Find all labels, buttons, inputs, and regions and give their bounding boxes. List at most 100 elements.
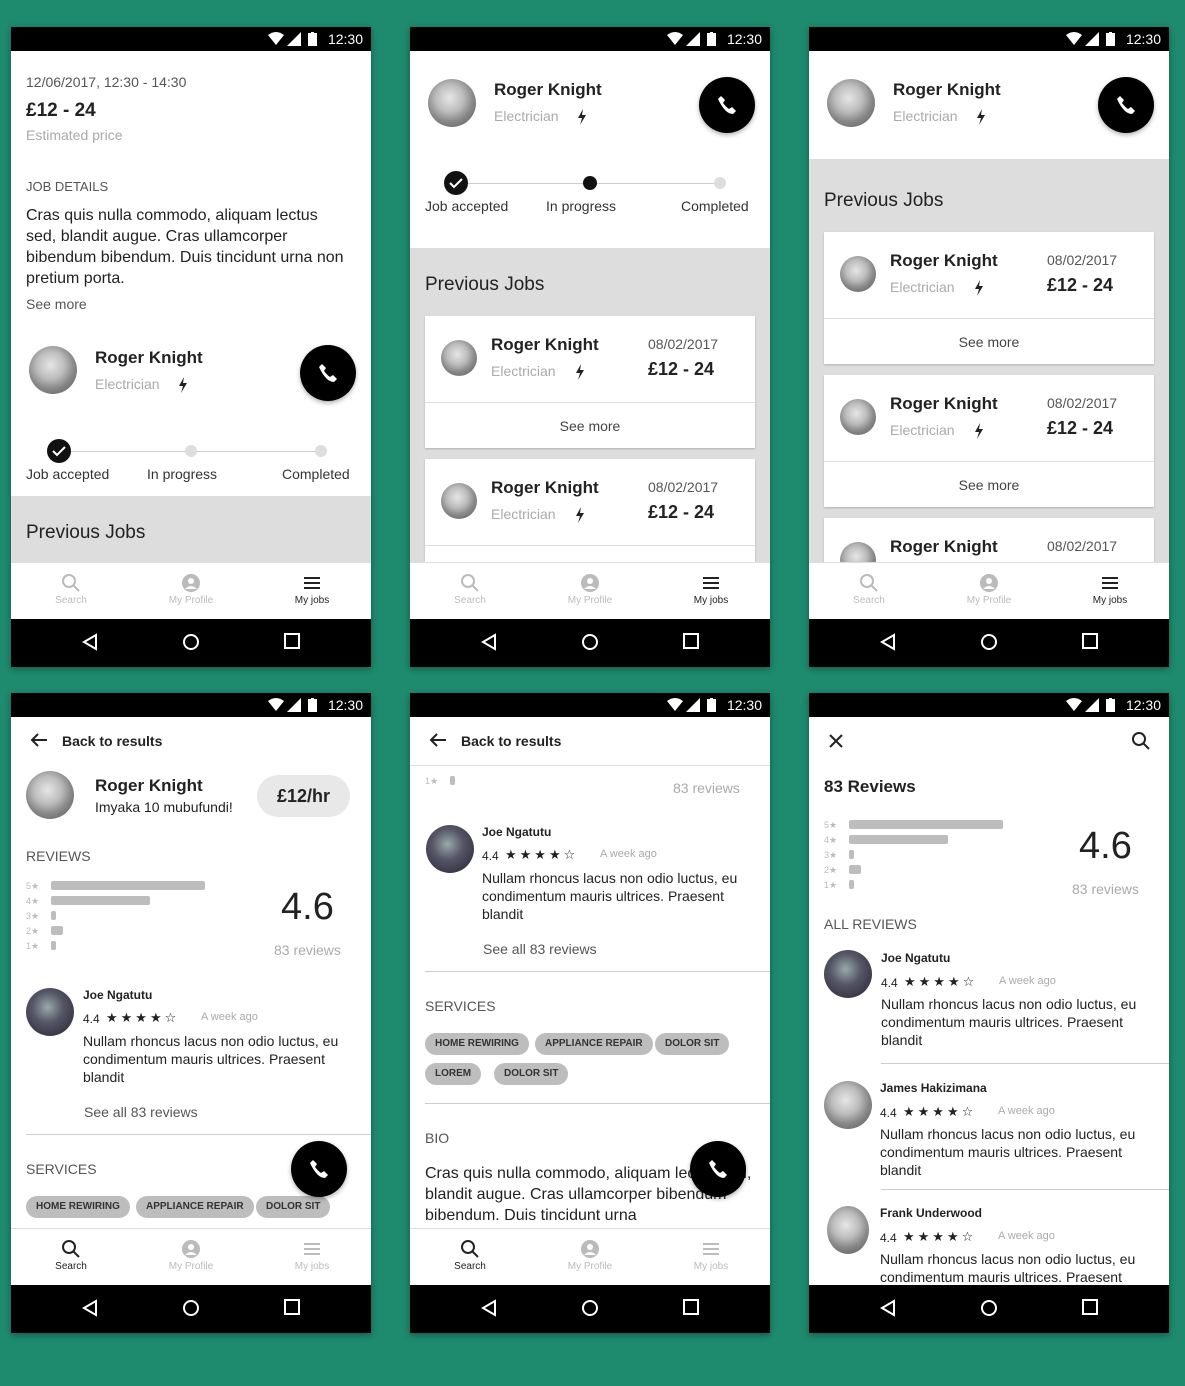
services-heading: SERVICES bbox=[425, 998, 496, 1014]
nav-profile[interactable]: My Profile bbox=[939, 573, 1039, 606]
nav-profile[interactable]: My Profile bbox=[141, 1239, 241, 1272]
nav-search[interactable]: Search bbox=[21, 1239, 121, 1272]
nav-recents-icon[interactable] bbox=[1082, 633, 1098, 649]
avatar bbox=[426, 825, 474, 873]
nav-jobs[interactable]: My jobs bbox=[661, 573, 761, 606]
nav-profile-label: My Profile bbox=[966, 595, 1012, 606]
nav-back-icon[interactable] bbox=[880, 1299, 896, 1317]
reviews-heading: REVIEWS bbox=[26, 848, 91, 864]
back-to-results-link[interactable]: Back to results bbox=[461, 733, 561, 749]
nav-recents-icon[interactable] bbox=[1082, 1299, 1098, 1315]
rating-bar bbox=[51, 911, 56, 920]
review-time: A week ago bbox=[998, 1230, 1055, 1242]
nav-home-icon[interactable] bbox=[980, 1299, 998, 1317]
signal-icon bbox=[686, 698, 700, 712]
nav-search[interactable]: Search bbox=[420, 573, 520, 606]
nav-back-icon[interactable] bbox=[481, 633, 497, 651]
nav-jobs[interactable]: My jobs bbox=[661, 1239, 761, 1272]
person-name: Roger Knight bbox=[890, 394, 998, 413]
search-icon[interactable] bbox=[1131, 731, 1151, 751]
step-dot bbox=[714, 177, 726, 189]
star-label: 3★ bbox=[824, 850, 838, 860]
nav-home-icon[interactable] bbox=[182, 1299, 200, 1317]
star-label: 1★ bbox=[26, 941, 40, 951]
call-button[interactable] bbox=[291, 1141, 347, 1197]
nav-search[interactable]: Search bbox=[420, 1239, 520, 1272]
previous-job-card[interactable]: Roger Knight Electrician 08/02/2017 £12 … bbox=[824, 375, 1154, 507]
nav-back-icon[interactable] bbox=[82, 633, 98, 651]
star-label: 2★ bbox=[26, 926, 40, 936]
see-more-link[interactable]: See more bbox=[26, 296, 87, 312]
call-button[interactable] bbox=[699, 77, 755, 133]
nav-back-icon[interactable] bbox=[880, 633, 896, 651]
back-icon[interactable] bbox=[30, 732, 48, 748]
see-more-button[interactable]: See more bbox=[824, 461, 1154, 507]
nav-back-icon[interactable] bbox=[481, 1299, 497, 1317]
see-all-reviews-link[interactable]: See all 83 reviews bbox=[84, 1104, 198, 1120]
bolt-icon bbox=[576, 364, 584, 380]
nav-profile[interactable]: My Profile bbox=[141, 573, 241, 606]
previous-heading: Previous Jobs bbox=[824, 190, 944, 211]
nav-jobs[interactable]: My jobs bbox=[1060, 573, 1160, 606]
divider bbox=[26, 1134, 371, 1135]
see-more-button[interactable]: See more bbox=[425, 402, 755, 448]
job-date: 08/02/2017 bbox=[1047, 395, 1118, 411]
person-role: Electrician bbox=[890, 422, 955, 438]
profile-icon bbox=[182, 574, 200, 592]
call-button[interactable] bbox=[1098, 77, 1154, 133]
rating-score: 4.6 bbox=[281, 886, 334, 928]
reviewer-name: James Hakizimana bbox=[880, 1081, 987, 1095]
service-chip[interactable]: HOME REWIRING bbox=[26, 1196, 130, 1218]
service-chip[interactable]: APPLIANCE REPAIR bbox=[535, 1033, 653, 1055]
reviews-count: 83 reviews bbox=[274, 942, 341, 958]
close-icon[interactable] bbox=[828, 733, 844, 749]
nav-profile[interactable]: My Profile bbox=[540, 1239, 640, 1272]
service-chip[interactable]: DOLOR SIT bbox=[256, 1196, 331, 1218]
nav-search[interactable]: Search bbox=[819, 573, 919, 606]
status-time: 12:30 bbox=[726, 31, 762, 47]
check-icon bbox=[449, 178, 463, 189]
step-active-dot bbox=[583, 176, 597, 190]
nav-home-icon[interactable] bbox=[182, 633, 200, 651]
service-chip[interactable]: DOLOR SIT bbox=[655, 1033, 730, 1055]
job-price: £12 - 24 bbox=[26, 100, 96, 121]
rating-bar bbox=[450, 776, 455, 785]
phone-icon bbox=[718, 96, 736, 114]
nav-search-label: Search bbox=[55, 595, 87, 606]
see-all-reviews-link[interactable]: See all 83 reviews bbox=[483, 941, 597, 957]
nav-profile[interactable]: My Profile bbox=[540, 573, 640, 606]
nav-jobs[interactable]: My jobs bbox=[262, 1239, 362, 1272]
nav-home-icon[interactable] bbox=[980, 633, 998, 651]
nav-recents-icon[interactable] bbox=[683, 1299, 699, 1315]
job-date: 08/02/2017 bbox=[648, 336, 719, 352]
service-chip[interactable]: APPLIANCE REPAIR bbox=[136, 1196, 254, 1218]
avatar bbox=[840, 256, 876, 292]
nav-recents-icon[interactable] bbox=[284, 1299, 300, 1315]
back-icon[interactable] bbox=[429, 732, 447, 748]
call-button[interactable] bbox=[690, 1141, 746, 1197]
call-button[interactable] bbox=[300, 345, 356, 401]
back-to-results-link[interactable]: Back to results bbox=[62, 733, 162, 749]
all-reviews-heading: ALL REVIEWS bbox=[824, 916, 917, 932]
nav-back-icon[interactable] bbox=[82, 1299, 98, 1317]
see-more-button[interactable]: See more bbox=[824, 318, 1154, 364]
service-chip[interactable]: HOME REWIRING bbox=[425, 1033, 529, 1055]
person-name: Roger Knight bbox=[95, 348, 203, 367]
nav-home-icon[interactable] bbox=[581, 1299, 599, 1317]
nav-jobs[interactable]: My jobs bbox=[262, 573, 362, 606]
status-time: 12:30 bbox=[1125, 697, 1161, 713]
service-chip[interactable]: LOREM bbox=[425, 1063, 482, 1085]
nav-recents-icon[interactable] bbox=[284, 633, 300, 649]
phone-icon bbox=[1117, 96, 1135, 114]
list-icon bbox=[304, 577, 320, 589]
nav-search[interactable]: Search bbox=[21, 573, 121, 606]
nav-home-icon[interactable] bbox=[581, 633, 599, 651]
previous-job-card[interactable]: Roger Knight Electrician 08/02/2017 £12 … bbox=[425, 316, 755, 448]
battery-icon bbox=[707, 32, 716, 46]
price-label: Estimated price bbox=[26, 127, 123, 143]
previous-job-card[interactable]: Roger Knight Electrician 08/02/2017 £12 … bbox=[824, 232, 1154, 364]
wifi-icon bbox=[1066, 32, 1082, 45]
nav-recents-icon[interactable] bbox=[683, 633, 699, 649]
avatar bbox=[441, 483, 477, 519]
service-chip[interactable]: DOLOR SIT bbox=[494, 1063, 569, 1085]
